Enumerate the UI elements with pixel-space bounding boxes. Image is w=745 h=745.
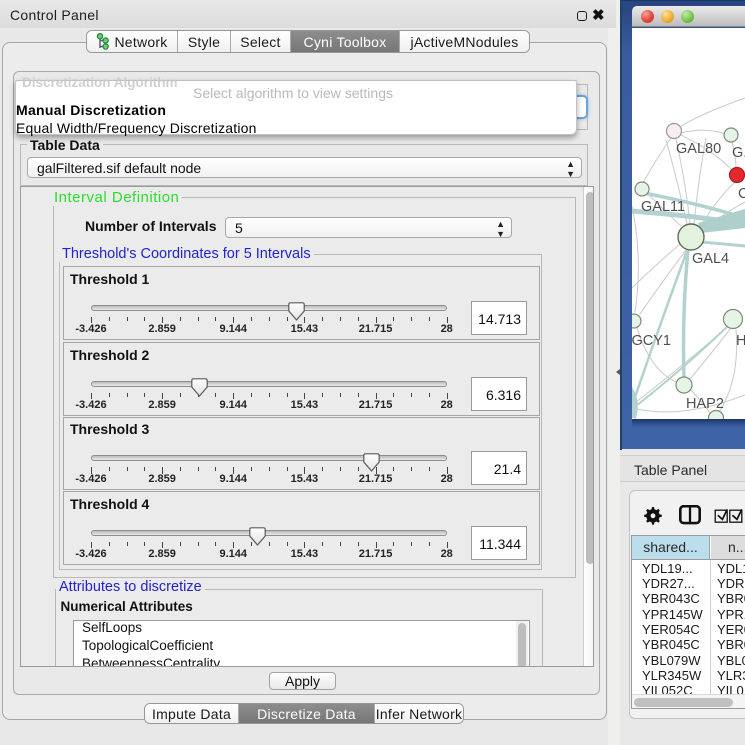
svg-text:GCY1: GCY1: [632, 333, 671, 349]
svg-text:C: C: [738, 186, 745, 202]
svg-text:GAL4: GAL4: [692, 251, 729, 267]
svg-text:GAL11: GAL11: [641, 199, 685, 215]
svg-text:HAP2: HAP2: [686, 396, 724, 412]
svg-text:GAL80: GAL80: [676, 141, 721, 157]
svg-text:G.: G.: [732, 145, 745, 161]
svg-text:H: H: [736, 333, 745, 349]
